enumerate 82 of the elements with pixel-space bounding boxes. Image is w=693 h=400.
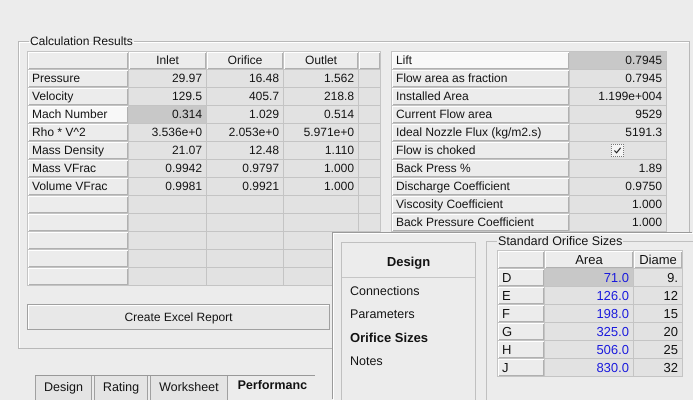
row-header[interactable]: Back Pressure Coefficient — [392, 214, 570, 232]
nav-item[interactable]: Parameters — [350, 307, 415, 321]
table-cell[interactable]: 198.0 — [544, 304, 634, 322]
column-header[interactable]: Outlet — [284, 52, 358, 70]
table-cell: 0.9921 — [206, 178, 284, 196]
row-header[interactable]: G — [498, 322, 544, 340]
table-cell: 21.07 — [128, 142, 206, 160]
table-cell: 1.199e+004 — [569, 88, 666, 106]
nav-item[interactable]: Connections — [350, 284, 420, 298]
table-cell: 1.000 — [569, 196, 666, 214]
row-header[interactable]: Current Flow area — [392, 106, 570, 124]
row-header[interactable]: Flow is choked — [392, 142, 570, 160]
table-cell: 12 — [634, 286, 682, 304]
table-cell: 9529 — [569, 106, 666, 124]
table-cell: 5191.3 — [569, 124, 666, 142]
tab[interactable]: Rating — [94, 376, 148, 400]
table-cell: 0.9797 — [206, 160, 284, 178]
row-header[interactable]: Installed Area — [392, 88, 570, 106]
row-header[interactable]: Viscosity Coefficient — [392, 196, 570, 214]
row-header[interactable]: Back Press % — [392, 160, 570, 178]
row-header[interactable]: J — [498, 358, 544, 376]
table-cell: 0.7945 — [569, 70, 666, 88]
table-cell: 1.000 — [284, 178, 358, 196]
tab[interactable]: Worksheet — [150, 376, 228, 400]
table-cell: 12.48 — [206, 142, 284, 160]
table-cell[interactable]: 71.0 — [544, 268, 634, 286]
row-header[interactable]: Volume VFrac — [28, 178, 128, 196]
row-header[interactable]: Mass VFrac — [28, 160, 128, 178]
checkbox[interactable] — [611, 144, 624, 158]
table-cell: 405.7 — [206, 88, 284, 106]
column-header[interactable]: Area — [544, 250, 634, 268]
table-cell: 16.48 — [206, 70, 284, 88]
row-header[interactable]: Mass Density — [28, 142, 128, 160]
group-title: Calculation Results — [29, 34, 134, 48]
table-cell: 218.8 — [284, 88, 358, 106]
column-header[interactable]: Diame — [634, 250, 682, 268]
row-header[interactable]: Ideal Nozzle Flux (kg/m2.s) — [392, 124, 570, 142]
table-cell: 0.514 — [284, 106, 358, 124]
row-header[interactable]: E — [498, 286, 544, 304]
table-cell[interactable]: 506.0 — [544, 340, 634, 358]
row-header[interactable]: Lift — [392, 52, 570, 70]
row-header[interactable]: F — [498, 304, 544, 322]
table-cell: 15 — [634, 304, 682, 322]
nav-title: Design — [342, 243, 475, 278]
row-header[interactable]: H — [498, 340, 544, 358]
table-cell: 0.9981 — [128, 178, 206, 196]
table-cell: 0.9942 — [128, 160, 206, 178]
table-cell: 9. — [634, 268, 682, 286]
table-cell: 129.5 — [128, 88, 206, 106]
row-header[interactable]: Flow area as fraction — [392, 70, 570, 88]
table-cell: 20 — [634, 322, 682, 340]
excel-report-button[interactable]: Create Excel Report — [27, 304, 330, 330]
table-cell[interactable]: 830.0 — [544, 358, 634, 376]
table-cell[interactable]: 126.0 — [544, 286, 634, 304]
tab[interactable]: Design — [35, 376, 92, 400]
nav-item[interactable]: Orifice Sizes — [350, 330, 428, 345]
table-cell: 1.89 — [569, 160, 666, 178]
table-cell: 5.971e+0 — [284, 124, 358, 142]
table-cell: 25 — [634, 340, 682, 358]
nav-item[interactable]: Notes — [350, 354, 383, 368]
row-header[interactable]: Rho * V^2 — [28, 124, 128, 142]
group-title: Standard Orifice Sizes — [497, 234, 624, 248]
table-cell: 0.314 — [128, 106, 206, 124]
row-header[interactable]: Pressure — [28, 70, 128, 88]
row-header[interactable]: Discharge Coefficient — [392, 178, 570, 196]
row-header[interactable]: Velocity — [28, 88, 128, 106]
row-header[interactable]: Mach Number — [28, 106, 128, 124]
table-cell: 1.000 — [569, 214, 666, 232]
table-cell: 0.9750 — [569, 178, 666, 196]
table-cell: 2.053e+0 — [206, 124, 284, 142]
table-cell: 1.000 — [284, 160, 358, 178]
table-cell: 29.97 — [128, 70, 206, 88]
table-cell: 1.110 — [284, 142, 358, 160]
table-cell[interactable]: 325.0 — [544, 322, 634, 340]
table-cell: 3.536e+0 — [128, 124, 206, 142]
table-cell: 1.029 — [206, 106, 284, 124]
table-cell: 1.562 — [284, 70, 358, 88]
table-cell: 0.7945 — [569, 52, 666, 70]
column-header[interactable]: Inlet — [128, 52, 206, 70]
table-cell: 32 — [634, 358, 682, 376]
row-header[interactable]: D — [498, 268, 544, 286]
column-header[interactable]: Orifice — [206, 52, 284, 70]
